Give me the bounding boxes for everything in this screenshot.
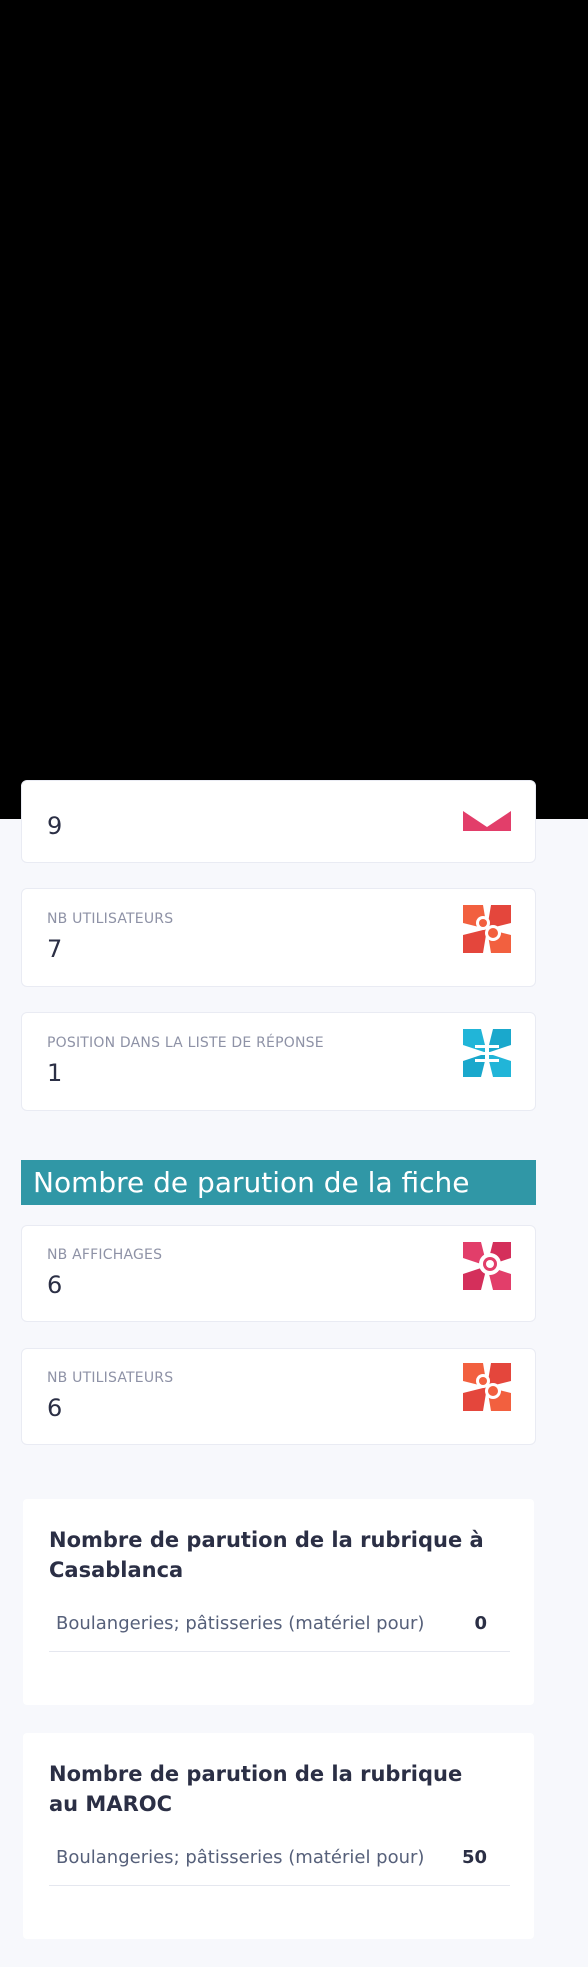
stat-value: 6 [47,1271,63,1299]
users-icon [463,905,511,953]
stat-value: 7 [47,935,63,963]
panel-maroc: Nombre de parution de la rubrique au MAR… [23,1733,534,1939]
stat-icon [463,811,511,831]
stat-value: 6 [47,1394,63,1422]
stat-card-top: 9 [21,780,536,863]
panel-title: Nombre de parution de la rubrique au MAR… [49,1762,463,1816]
stat-card-users: NB UTILISATEURS 7 [21,888,536,987]
panel-title: Nombre de parution de la rubrique à Casa… [49,1528,484,1582]
stat-label: NB AFFICHAGES [47,1247,163,1263]
category-count: 50 [461,1847,487,1868]
stat-label: POSITION DANS LA LISTE DE RÉPONSE [47,1035,324,1051]
section-header: Nombre de parution de la fiche [21,1160,536,1205]
stat-label: NB UTILISATEURS [47,1370,174,1386]
stat-card-users-fiche: NB UTILISATEURS 6 [21,1348,536,1445]
table-row: Boulangeries; pâtisseries (matériel pour… [49,1839,510,1886]
stat-value: 9 [47,812,63,840]
users-icon [463,1363,511,1411]
black-overlay [0,0,588,819]
category-label: Boulangeries; pâtisseries (matériel pour… [56,1613,425,1634]
list-position-icon [463,1029,511,1077]
stat-label: NB UTILISATEURS [47,911,174,927]
stat-card-position: POSITION DANS LA LISTE DE RÉPONSE 1 [21,1012,536,1111]
panel-casablanca: Nombre de parution de la rubrique à Casa… [23,1499,534,1705]
category-label: Boulangeries; pâtisseries (matériel pour… [56,1847,425,1868]
stat-value: 1 [47,1059,63,1087]
stat-card-views: NB AFFICHAGES 6 [21,1225,536,1322]
table-row: Boulangeries; pâtisseries (matériel pour… [49,1605,510,1652]
eye-icon [463,1242,511,1290]
category-count: 0 [474,1613,487,1634]
